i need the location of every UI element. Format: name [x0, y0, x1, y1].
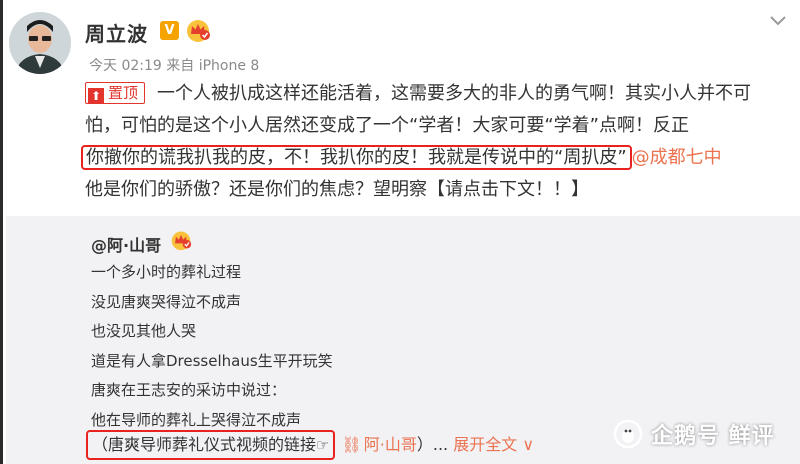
pin-icon: ⬆	[88, 88, 104, 104]
highlighted-sentence: 你撤你的谎我扒我的皮，不！我扒你的皮！我就是传说中的“周扒皮”	[81, 145, 632, 170]
post-timestamp: 今天 02:19 来自 iPhone 8	[89, 58, 260, 74]
avatar[interactable]	[9, 12, 71, 74]
quoted-suffix: ）...	[416, 435, 449, 454]
quoted-line: 也没见其他人哭	[91, 322, 197, 340]
crown-icon	[187, 20, 210, 42]
hand-pointer-icon: ☞	[316, 436, 330, 454]
mention-link[interactable]: @成都七中	[632, 147, 722, 168]
quoted-lines: 一个多小时的葬礼过程 没见唐爽哭得泣不成声 也没见其他人哭 道是有人拿Dress…	[91, 258, 333, 435]
post-text-part2: 他是你们的骄傲？还是你们的焦虑？望明察【请点击下文！！】	[85, 179, 589, 200]
link-icon: ⛓	[341, 435, 362, 454]
watermark-text: 企鹅号 鲜评	[651, 424, 775, 449]
post-text-part1: 一个人被扒成这样还能活着，这需要多大的非人的勇气啊！其实小人并不可怕，可怕的是这…	[85, 83, 752, 136]
pin-badge: ⬆ 置顶	[85, 82, 146, 104]
pin-label: 置顶	[108, 84, 139, 102]
post-body: ⬆ 置顶 一个人被扒成这样还能活着，这需要多大的非人的勇气啊！其实小人并不可怕，可怕…	[81, 78, 785, 206]
expand-full-text-link[interactable]: 展开全文 ∨	[453, 435, 534, 454]
quoted-line: 一个多小时的葬礼过程	[91, 263, 242, 281]
quoted-line: 唐爽在王志安的采访中说过：	[91, 381, 287, 399]
crown-icon	[171, 231, 192, 251]
quoted-line: 没见唐爽哭得泣不成声	[91, 292, 242, 311]
v-badge-icon: V	[160, 21, 179, 40]
quoted-last-line: （唐爽导师葬礼仪式视频的链接☞ ⛓ 阿·山哥）... 展开全文 ∨	[86, 430, 534, 460]
quoted-user[interactable]: @阿·山哥	[91, 232, 161, 256]
weibo-post-card: 周立波 V 今天 02:19 来自 iPhone 8 ⬆ 置顶 一个人被扒成这样还能…	[0, 0, 800, 464]
penguin-logo-icon	[613, 419, 643, 449]
quoted-line: 道是有人拿Dresselhaus生平开玩笑	[91, 351, 333, 370]
chevron-down-icon[interactable]	[768, 14, 788, 28]
video-link-highlight[interactable]: （唐爽导师葬礼仪式视频的链接☞	[86, 430, 336, 460]
author-name[interactable]: 周立波	[85, 18, 148, 47]
quoted-author-link[interactable]: 阿·山哥	[364, 435, 417, 454]
watermark: 企鹅号 鲜评	[613, 418, 775, 450]
video-link-text: （唐爽导师葬礼仪式视频的链接	[92, 435, 317, 454]
